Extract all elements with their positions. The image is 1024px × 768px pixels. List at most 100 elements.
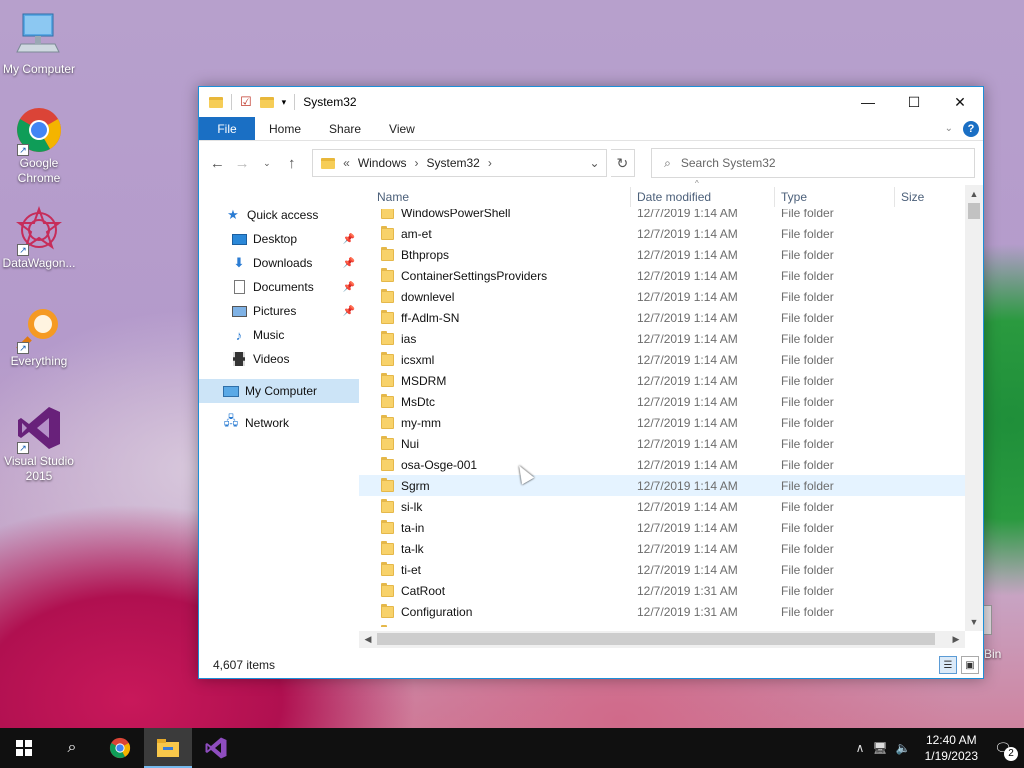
file-row[interactable]: ta-in 12/7/2019 1:14 AM File folder [359,517,965,538]
up-button[interactable]: ↑ [281,152,302,174]
nav-label: Videos [253,352,290,366]
nav-downloads[interactable]: ⬇ Downloads 📌 [199,251,359,275]
details-view-icon[interactable]: ☰ [939,656,957,674]
file-row[interactable]: MSDRM 12/7/2019 1:14 AM File folder [359,370,965,391]
file-row[interactable]: am-et 12/7/2019 1:14 AM File folder [359,223,965,244]
pin-icon[interactable]: 📌 [343,282,355,293]
chevron-up-icon[interactable]: ∧ [856,741,865,755]
nav-network[interactable]: 🖧 Network [199,411,359,435]
type-cell: File folder [781,541,834,556]
file-row[interactable]: osa-Osge-001 12/7/2019 1:14 AM File folder [359,454,965,475]
file-row[interactable]: Bthprops 12/7/2019 1:14 AM File folder [359,244,965,265]
file-row[interactable]: WindowsPowerShell 12/7/2019 1:14 AM File f… [359,209,965,223]
desktop-icon-my-computer[interactable]: My Computer [0,12,78,77]
breadcrumb-overflow[interactable]: « [343,156,350,170]
pin-icon[interactable]: 📌 [343,306,355,317]
file-row[interactable]: ContainerSettingsProviders 12/7/2019 1:14… [359,265,965,286]
file-row[interactable]: my-mm 12/7/2019 1:14 AM File folder [359,412,965,433]
breadcrumb-windows[interactable]: Windows [358,156,407,170]
windows-logo-icon [16,740,32,756]
tab-share[interactable]: Share [315,117,375,140]
nav-documents[interactable]: Documents 📌 [199,275,359,299]
nav-desktop[interactable]: Desktop 📌 [199,227,359,251]
breadcrumb-system32[interactable]: System32 [427,156,480,170]
type-cell: File folder [781,310,834,325]
tab-file[interactable]: File [199,117,255,140]
large-icons-view-icon[interactable]: ▣ [961,656,979,674]
file-row[interactable]: icsxml 12/7/2019 1:14 AM File folder [359,349,965,370]
title-bar[interactable]: ☑ ▾ System32 — ☐ ✕ [199,87,983,117]
desktop-icon-everything[interactable]: ↗ Everything [0,304,78,369]
nav-quick-access[interactable]: ★ Quick access [199,203,359,227]
help-icon[interactable]: ? [963,120,979,137]
address-dropdown-icon[interactable]: ⌄ [584,156,606,170]
taskbar-chrome[interactable] [96,728,144,768]
start-button[interactable] [0,728,48,768]
column-header-size[interactable]: Size [895,187,965,207]
type-cell: File folder [781,268,834,283]
file-row[interactable]: downlevel 12/7/2019 1:14 AM File folder [359,286,965,307]
file-row[interactable]: CatRoot 12/7/2019 1:31 AM File folder [359,580,965,601]
nav-music[interactable]: ♪ Music [199,323,359,347]
search-button[interactable]: ⌕ [48,728,96,768]
nav-videos[interactable]: Videos [199,347,359,371]
action-center-button[interactable]: 🗨 2 [992,737,1018,761]
column-header-name[interactable]: Name [359,187,631,207]
file-row[interactable]: Nui 12/7/2019 1:14 AM File folder [359,433,965,454]
close-button[interactable]: ✕ [937,87,983,117]
file-row[interactable]: si-lk 12/7/2019 1:14 AM File folder [359,496,965,517]
maximize-button[interactable]: ☐ [891,87,937,117]
vertical-scrollbar[interactable]: ▲ ▼ [965,185,983,631]
file-row[interactable]: ti-et 12/7/2019 1:14 AM File folder [359,559,965,580]
column-header-date-modified[interactable]: ^ Date modified [631,179,775,207]
desktop-icon-google-chrome[interactable]: ↗ Google Chrome [0,106,78,186]
taskbar-visual-studio[interactable] [192,728,240,768]
chevron-right-icon[interactable]: › [415,156,419,170]
file-row[interactable]: ff-Adlm-SN 12/7/2019 1:14 AM File folder [359,307,965,328]
scroll-left-icon[interactable]: ◀ [359,634,377,645]
pin-icon[interactable]: 📌 [343,258,355,269]
minimize-button[interactable]: — [845,87,891,117]
horizontal-scrollbar[interactable]: ◀ ▶ [359,631,965,648]
customize-toolbar-icon[interactable]: ▾ [282,97,287,108]
desktop-icon-visual-studio[interactable]: ↗ Visual Studio 2015 [0,404,78,484]
desktop-icon-recycle-bin[interactable]: Bin [984,605,1001,661]
file-row[interactable]: ta-lk 12/7/2019 1:14 AM File folder [359,538,965,559]
pin-icon[interactable]: 📌 [343,234,355,245]
address-bar[interactable]: « Windows › System32 › ⌄ [312,149,607,177]
nav-my-computer[interactable]: My Computer [199,379,359,403]
clock[interactable]: 12:40 AM 1/19/2023 [919,732,984,764]
scroll-right-icon[interactable]: ▶ [947,634,965,645]
expand-ribbon-icon[interactable]: ⌄ [945,123,953,134]
network-icon[interactable]: 🖥 [872,741,887,755]
file-row[interactable]: MsDtc 12/7/2019 1:14 AM File folder [359,391,965,412]
forward-button[interactable]: → [232,152,253,174]
tab-home[interactable]: Home [255,117,315,140]
quick-access-toolbar: ☑ ▾ [209,94,296,110]
scroll-up-icon[interactable]: ▲ [965,185,983,203]
desktop-icon-datawagon[interactable]: ↗ DataWagon... [0,206,78,271]
back-button[interactable]: ← [207,152,228,174]
recent-locations-button[interactable]: ⌄ [257,152,278,174]
properties-icon[interactable]: ☑ [240,94,252,110]
file-row[interactable]: Configuration 12/7/2019 1:31 AM File folde… [359,601,965,622]
file-row[interactable]: Sgrm 12/7/2019 1:14 AM File folder [359,475,965,496]
file-row[interactable]: PointOfService 12/7/2019 1:31 AMFile fold… [359,622,965,627]
taskbar-file-explorer[interactable] [144,728,192,768]
desktop-icon-label: DataWagon... [2,256,76,270]
column-header-type[interactable]: Type [775,187,895,207]
file-name: si-lk [401,499,423,514]
file-row[interactable]: ias 12/7/2019 1:14 AM File folder [359,328,965,349]
new-folder-icon[interactable] [259,96,274,108]
scrollbar-thumb[interactable] [377,633,935,645]
scroll-down-icon[interactable]: ▼ [965,613,983,631]
folder-icon [381,309,394,324]
scrollbar-thumb[interactable] [968,203,980,219]
explorer-body: ★ Quick access Desktop 📌 ⬇ Downloads 📌 D… [199,179,983,652]
volume-icon[interactable]: 🔈 [896,741,911,755]
chevron-right-icon[interactable]: › [488,156,492,170]
tab-view[interactable]: View [375,117,429,140]
search-box[interactable]: ⌕ Search System32 [651,148,975,178]
refresh-button[interactable]: ↻ [610,149,636,177]
nav-pictures[interactable]: Pictures 📌 [199,299,359,323]
